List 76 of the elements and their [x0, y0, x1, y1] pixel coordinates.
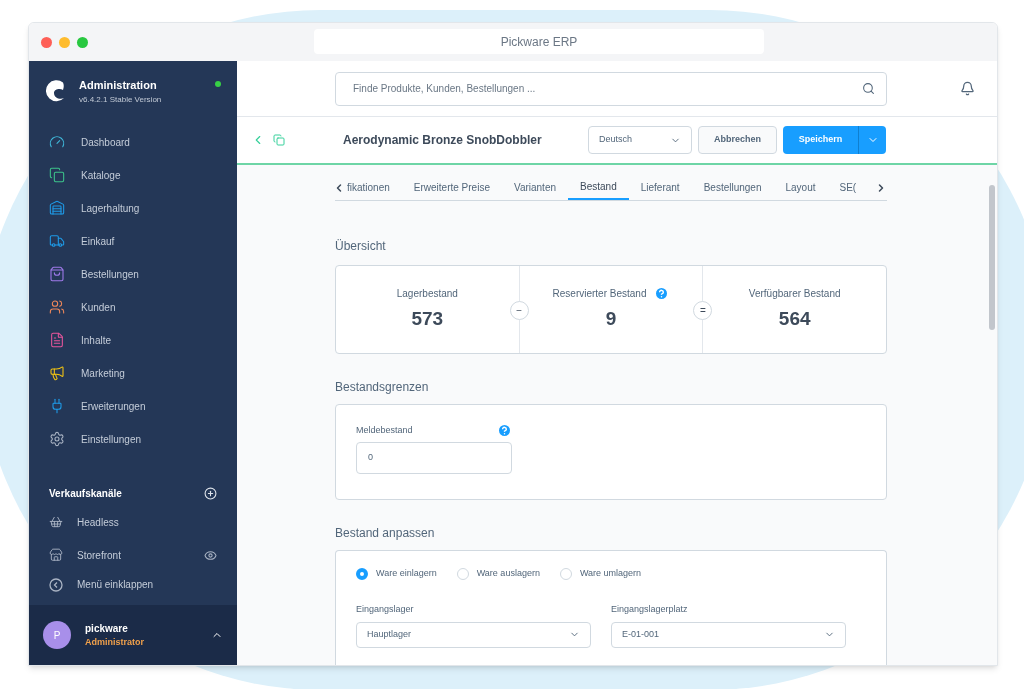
- sidebar-item[interactable]: Einkauf: [29, 224, 237, 258]
- section-heading: Verkaufskanäle: [49, 487, 122, 501]
- sidebar-item[interactable]: Einstellungen: [29, 422, 237, 456]
- sales-channel-item[interactable]: Storefront: [49, 547, 204, 563]
- version-text: v6.4.2.1 Stable Version: [79, 93, 163, 106]
- megaphone-icon: [49, 365, 65, 381]
- section-title: Bestandsgrenzen: [335, 379, 430, 396]
- copy-icon[interactable]: [273, 134, 285, 146]
- stat-label: Reservierter Bestand: [552, 286, 647, 301]
- search-icon[interactable]: [862, 81, 875, 95]
- section-title: Bestand anpassen: [335, 525, 436, 542]
- sidebar-item[interactable]: Erweiterungen: [29, 389, 237, 423]
- stat-label: Lagerbestand: [396, 286, 458, 301]
- input-field[interactable]: 0: [356, 442, 512, 474]
- copy-icon: [49, 167, 65, 183]
- tab[interactable]: Lieferant: [628, 175, 692, 200]
- tab[interactable]: fikationen: [345, 175, 402, 200]
- truck-icon: [49, 233, 65, 249]
- radio-option[interactable]: Ware einlagern: [356, 567, 437, 581]
- section-title: Übersicht: [335, 238, 387, 255]
- sidebar-item[interactable]: Inhalte: [29, 323, 237, 357]
- store-icon: [49, 548, 63, 562]
- tab[interactable]: Erweiterte Preise: [401, 175, 502, 200]
- sidebar-item[interactable]: Dashboard: [29, 125, 237, 159]
- stat-value: 9: [605, 306, 617, 331]
- sales-channel-item[interactable]: Headless: [49, 514, 217, 530]
- address-bar[interactable]: Pickware ERP: [314, 29, 764, 54]
- field-label: Meldebestand: [356, 423, 413, 437]
- collapse-menu-link[interactable]: Menü einklappen: [29, 571, 237, 598]
- basket-icon: [49, 515, 63, 529]
- document-icon: [49, 332, 65, 348]
- stat-value: 573: [411, 306, 444, 331]
- help-icon[interactable]: [497, 423, 512, 438]
- radio-option[interactable]: Ware auslagern: [456, 567, 540, 581]
- help-icon[interactable]: [654, 285, 670, 301]
- logo-icon: [45, 79, 67, 103]
- sidebar-item[interactable]: Marketing: [29, 356, 237, 390]
- operator-sign: =: [693, 301, 713, 320]
- select-field[interactable]: Hauptlager: [356, 621, 591, 648]
- settings-icon: [49, 431, 65, 447]
- user-panel[interactable]: P pickware Administrator: [29, 605, 237, 665]
- bell-icon[interactable]: [960, 81, 975, 96]
- tab[interactable]: Varianten: [501, 175, 569, 200]
- warehouse-icon: [49, 200, 65, 216]
- users-icon: [49, 299, 65, 315]
- scrollbar-thumb[interactable]: [989, 185, 995, 330]
- avatar: P: [43, 621, 71, 649]
- stat-value: 564: [778, 306, 811, 331]
- chevron-circle-icon: [49, 577, 63, 592]
- sidebar-item[interactable]: Kataloge: [29, 158, 237, 192]
- tab[interactable]: SE(: [827, 175, 869, 200]
- language-select[interactable]: Deutsch: [588, 126, 692, 154]
- eye-icon[interactable]: [204, 548, 217, 562]
- operator-sign: −: [509, 301, 529, 320]
- tab[interactable]: Bestellungen: [691, 175, 774, 200]
- add-icon[interactable]: [204, 487, 217, 500]
- sidebar-item[interactable]: Kunden: [29, 290, 237, 324]
- save-options-button[interactable]: [858, 126, 886, 154]
- field-label: Eingangslagerplatz: [611, 603, 688, 614]
- sidebar-item[interactable]: Bestellungen: [29, 257, 237, 291]
- app-title: Administration: [79, 78, 158, 93]
- sidebar-item[interactable]: Lagerhaltung: [29, 191, 237, 225]
- user-role: Administrator: [85, 635, 145, 649]
- search-field[interactable]: Finde Produkte, Kunden, Bestellungen ...: [335, 71, 887, 106]
- product-title: Aerodynamic Bronze SnobDobbler: [343, 132, 543, 149]
- plug-icon: [49, 398, 65, 414]
- tab[interactable]: Layout: [773, 175, 828, 200]
- radio-option[interactable]: Ware umlagern: [559, 567, 642, 581]
- cancel-button[interactable]: Abbrechen: [698, 126, 777, 154]
- field-label: Eingangslager: [356, 603, 414, 614]
- bag-icon: [49, 266, 65, 282]
- stat-label: Verfügbarer Bestand: [748, 286, 841, 301]
- user-name: pickware: [85, 621, 129, 636]
- tab[interactable]: Bestand: [568, 175, 629, 200]
- gauge-icon: [49, 134, 65, 150]
- select-field[interactable]: E-01-001: [611, 621, 846, 648]
